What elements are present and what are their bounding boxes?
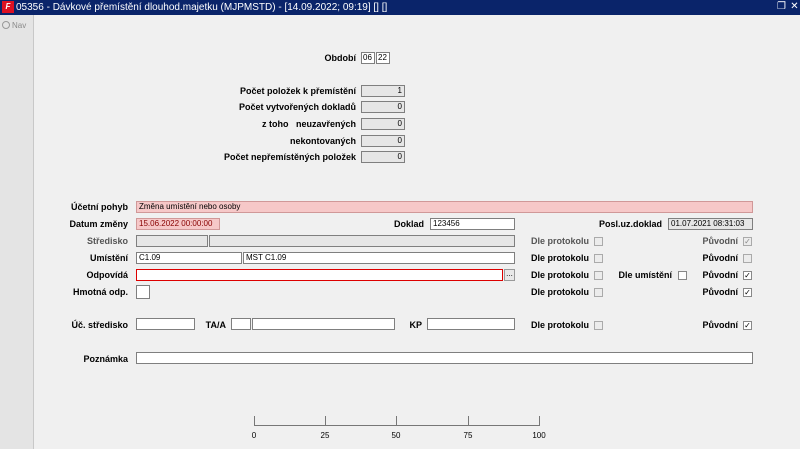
odpovida-input[interactable] [136,269,503,281]
stredisko-label: Středisko [86,236,128,246]
posl-uz-doklad-value: 01.07.2021 08:31:03 [668,218,753,230]
app-logo-icon: F [2,1,14,13]
obdobi-month-input[interactable]: 06 [361,52,375,64]
progress-tick [325,416,326,425]
datum-zmeny-input[interactable]: 15.06.2022 00:00:00 [136,218,220,230]
progress-tick-label: 25 [320,431,330,440]
taa-label: TA/A [205,320,226,330]
z-toho-neuzavrenych-label: z toho neuzavřených [261,119,356,129]
uct-stredisko-input[interactable] [136,318,195,330]
odpovida-dle-protokolu-checkbox[interactable] [594,271,603,280]
datum-zmeny-label: Datum změny [69,219,128,229]
posl-uz-doklad-label: Posl.uz.doklad [598,219,662,229]
odpovida-puvodni-checkbox[interactable]: ✓ [743,271,752,280]
pocet-dokladu-label: Počet vytvořených dokladů [238,102,356,112]
progress-tick [539,416,540,425]
nav-button[interactable]: Nav [2,21,26,30]
kp-input[interactable] [427,318,515,330]
ucetni-pohyb-label: Účetní pohyb [70,202,128,212]
pocet-polozek-value: 1 [361,85,405,97]
hmotna-puvodni-checkbox[interactable]: ✓ [743,288,752,297]
uct-puvodni-checkbox[interactable]: ✓ [743,321,752,330]
nav-icon [2,21,10,29]
hmotna-puvodni-label: Původní [702,287,739,297]
sidebar: Nav [0,15,34,449]
nepremistenych-value: 0 [361,151,405,163]
progress-tick-label: 50 [391,431,401,440]
poznamka-input[interactable] [136,352,753,364]
progress-scale [254,416,540,426]
stredisko-dle-protokolu-checkbox[interactable] [594,237,603,246]
z-toho-neuzavrenych-value: 0 [361,118,405,130]
hmotna-dle-protokolu-checkbox[interactable] [594,288,603,297]
restore-icon[interactable]: ❐ [776,1,787,13]
nav-label: Nav [12,21,27,30]
umisteni-label: Umístění [89,253,128,263]
umisteni-puvodni-checkbox[interactable] [743,254,752,263]
umisteni-dle-protokolu-label: Dle protokolu [531,253,589,263]
stredisko-dle-protokolu-label: Dle protokolu [531,236,589,246]
odpovida-label: Odpovídá [86,270,128,280]
taa-input-b[interactable] [252,318,395,330]
umisteni-puvodni-label: Původní [702,253,739,263]
hmotna-odp-label: Hmotná odp. [73,287,128,297]
stredisko-puvodni-checkbox[interactable]: ✓ [743,237,752,246]
progress-tick [254,416,255,425]
umisteni-code-input[interactable]: C1.09 [136,252,242,264]
progress-tick [396,416,397,425]
uct-dle-protokolu-checkbox[interactable] [594,321,603,330]
ucetni-pohyb-input[interactable]: Změna umístění nebo osoby [136,201,753,213]
uct-stredisko-label: Úč. středisko [71,320,128,330]
odpovida-dle-protokolu-label: Dle protokolu [531,270,589,280]
pocet-dokladu-value: 0 [361,101,405,113]
doklad-input[interactable]: 123456 [430,218,515,230]
progress-tick-label: 75 [463,431,473,440]
odpovida-lookup-button[interactable]: ... [504,269,515,281]
kp-label: KP [409,320,422,330]
progress-tick-label: 100 [532,431,546,440]
taa-input-a[interactable] [231,318,251,330]
pocet-polozek-label: Počet položek k přemístění [239,86,356,96]
umisteni-name-input[interactable]: MST C1.09 [243,252,515,264]
dle-umisteni-checkbox[interactable] [678,271,687,280]
nekontovanych-label: nekontovaných [289,136,356,146]
stredisko-puvodni-label: Původní [702,236,739,246]
poznamka-label: Poznámka [83,354,128,364]
doklad-label: Doklad [393,219,424,229]
obdobi-year-input[interactable]: 22 [376,52,390,64]
obdobi-label: Období [324,53,357,63]
hmotna-odp-input[interactable] [136,285,150,299]
close-icon[interactable]: ✕ [789,1,800,13]
uct-puvodni-label: Původní [702,320,739,330]
dle-umisteni-label: Dle umístění [618,270,672,280]
nepremistenych-label: Počet nepřemístěných položek [223,152,356,162]
stredisko-name-input[interactable] [209,235,515,247]
nekontovanych-value: 0 [361,135,405,147]
odpovida-puvodni-label: Původní [702,270,739,280]
title-bar: F 05356 - Dávkové přemístění dlouhod.maj… [0,0,800,15]
progress-tick [468,416,469,425]
window-title: 05356 - Dávkové přemístění dlouhod.majet… [16,2,388,13]
progress-tick-label: 0 [251,431,257,440]
hmotna-dle-protokolu-label: Dle protokolu [531,287,589,297]
uct-dle-protokolu-label: Dle protokolu [531,320,589,330]
stredisko-code-input[interactable] [136,235,208,247]
umisteni-dle-protokolu-checkbox[interactable] [594,254,603,263]
